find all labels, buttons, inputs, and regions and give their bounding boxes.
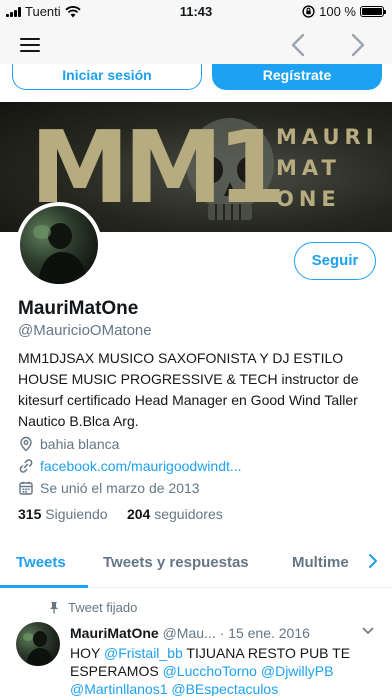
banner-line: MAURI [276,125,379,149]
tweet-date[interactable]: 15 ene. 2016 [228,625,310,641]
followers-count[interactable]: 204 seguidores [127,506,223,522]
follow-counts: 315 Siguiendo 204 seguidores [18,506,223,522]
signup-button[interactable]: Regístrate [212,64,382,90]
avatar[interactable] [16,202,102,288]
tab-multimedia[interactable]: Multime [292,554,349,571]
status-right: 100 % [302,4,386,19]
tweet-separator: · [219,625,225,641]
location-row: bahia blanca [18,436,119,452]
mention-link[interactable]: @Martinllanos1 [70,681,167,696]
tab-tweets[interactable]: Tweets [16,554,66,571]
profile-bio: MM1DJSAX MUSICO SAXOFONISTA Y DJ ESTILO … [18,350,359,429]
status-bar: Tuenti 11:43 100 % [0,0,392,24]
forward-arrow-icon[interactable] [348,32,368,58]
tab-tweets-and-replies[interactable]: Tweets y respuestas [103,554,249,571]
navigation-bar [0,24,392,64]
tweet-author-name[interactable]: MauriMatOne [70,625,159,641]
banner-line: ONE [276,187,341,211]
calendar-icon [19,481,33,495]
orientation-lock-icon [302,5,315,18]
login-button[interactable]: Iniciar sesión [12,64,202,90]
profile-name: MauriMatOne [18,298,139,319]
mention-link[interactable]: @BEspectaculos [171,681,278,696]
mention-link[interactable]: @DjwillyPB [261,663,334,679]
tweet-author-handle[interactable]: @Mau... [163,625,216,641]
battery-percent: 100 % [319,4,356,19]
mention-link[interactable]: @LucchoTorno [163,663,257,679]
profile-handle: @MauricioOMatone [18,322,152,339]
follow-button[interactable]: Seguir [294,242,376,280]
tweet-text: HOY @Fristail_bb TIJUANA RESTO PUB TE ES… [70,645,351,696]
mention-link[interactable]: @Fristail_bb [104,645,183,661]
hamburger-menu-icon[interactable] [20,38,40,52]
auth-bar: Iniciar sesión Regístrate [0,64,392,92]
pinned-label: Tweet fijado [68,600,138,615]
tweet-header: MauriMatOne @Mau... · 15 ene. 2016 [70,625,310,641]
joined-text: Se unió el marzo de 2013 [40,480,200,496]
following-count[interactable]: 315 Siguiendo [18,506,108,522]
avatar-photo [33,223,88,284]
location-text: bahia blanca [40,436,120,452]
banner-side-text: MAURI MAT ONE [276,122,376,215]
back-arrow-icon[interactable] [288,32,308,58]
tweet-avatar[interactable] [16,622,60,666]
link-icon [19,459,33,473]
active-tab-indicator [0,585,88,588]
banner-line: MAT [276,156,341,180]
joined-row: Se unió el marzo de 2013 [18,480,200,496]
profile-tabs: Tweets Tweets y respuestas Multime [0,536,392,588]
pinned-label-row: Tweet fijado [48,600,137,615]
chevron-right-icon[interactable] [368,553,378,569]
chevron-down-icon[interactable] [362,626,374,636]
battery-icon [360,6,386,17]
website-link[interactable]: facebook.com/maurigoodwindt... [40,458,242,474]
location-pin-icon [20,436,32,452]
website-row: facebook.com/maurigoodwindt... [18,458,242,474]
pin-icon [50,602,58,614]
